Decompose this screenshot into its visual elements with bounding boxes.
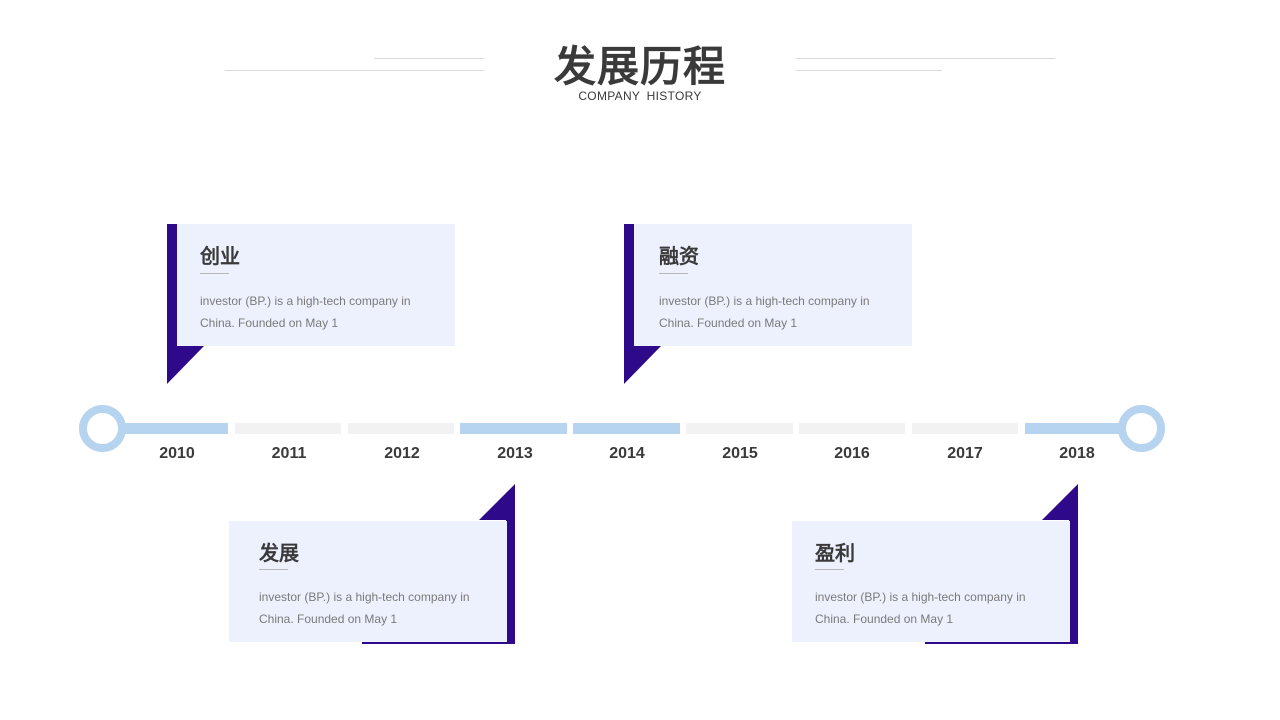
year-label-2016: 2016 xyxy=(834,445,870,462)
timeline-segment-2016 xyxy=(799,423,905,434)
milestone-title: 创业 xyxy=(200,244,240,268)
milestone-title: 发展 xyxy=(259,541,299,565)
timeline-start-circle xyxy=(79,405,126,452)
page-subtitle: COMPANY HISTORY xyxy=(578,89,702,103)
milestone-title: 盈利 xyxy=(815,541,855,565)
milestone-description: investor (BP.) is a high-tech company in… xyxy=(659,294,870,330)
year-label-2014: 2014 xyxy=(609,445,645,462)
milestone-title: 融资 xyxy=(659,244,699,268)
year-label-2012: 2012 xyxy=(384,445,420,462)
year-label-2010: 2010 xyxy=(159,445,195,462)
year-label-2017: 2017 xyxy=(947,445,983,462)
timeline-segment-2012 xyxy=(348,423,454,434)
year-label-2011: 2011 xyxy=(271,445,307,462)
milestone-description: investor (BP.) is a high-tech company in… xyxy=(815,590,1026,626)
milestone-description: investor (BP.) is a high-tech company in… xyxy=(200,294,411,330)
milestone-title-underline xyxy=(200,273,229,274)
milestone-title-underline xyxy=(659,273,688,274)
timeline-segment-2015 xyxy=(686,423,793,434)
milestone-description: investor (BP.) is a high-tech company in… xyxy=(259,590,470,626)
timeline-segment-2013 xyxy=(460,423,567,434)
milestone-title-underline xyxy=(815,569,844,570)
timeline-segment-2017 xyxy=(912,423,1018,434)
year-label-2013: 2013 xyxy=(497,445,533,462)
page-title: 发展历程 xyxy=(553,42,726,91)
milestone-title-underline xyxy=(259,569,288,570)
timeline-segment-2014 xyxy=(573,423,680,434)
timeline-segment-2011 xyxy=(235,423,341,434)
year-label-2015: 2015 xyxy=(722,445,758,462)
year-label-2018: 2018 xyxy=(1059,445,1095,462)
timeline-end-circle xyxy=(1118,405,1165,452)
